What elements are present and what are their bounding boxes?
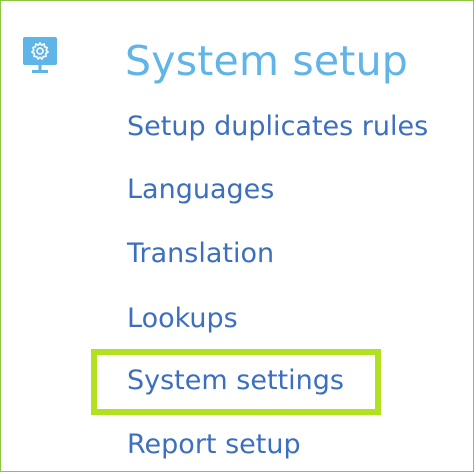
gear-monitor-icon: [23, 37, 57, 75]
system-setup-panel: System setup Setup duplicates rules Lang…: [0, 0, 474, 472]
menu-item-report-setup[interactable]: Report setup: [127, 427, 301, 463]
highlight-box: [91, 349, 381, 415]
section-title: System setup: [125, 37, 408, 85]
menu-item-languages[interactable]: Languages: [127, 172, 274, 208]
menu-item-setup-duplicates-rules[interactable]: Setup duplicates rules: [127, 109, 428, 145]
menu-item-translation[interactable]: Translation: [127, 236, 274, 272]
menu-item-lookups[interactable]: Lookups: [127, 301, 238, 337]
